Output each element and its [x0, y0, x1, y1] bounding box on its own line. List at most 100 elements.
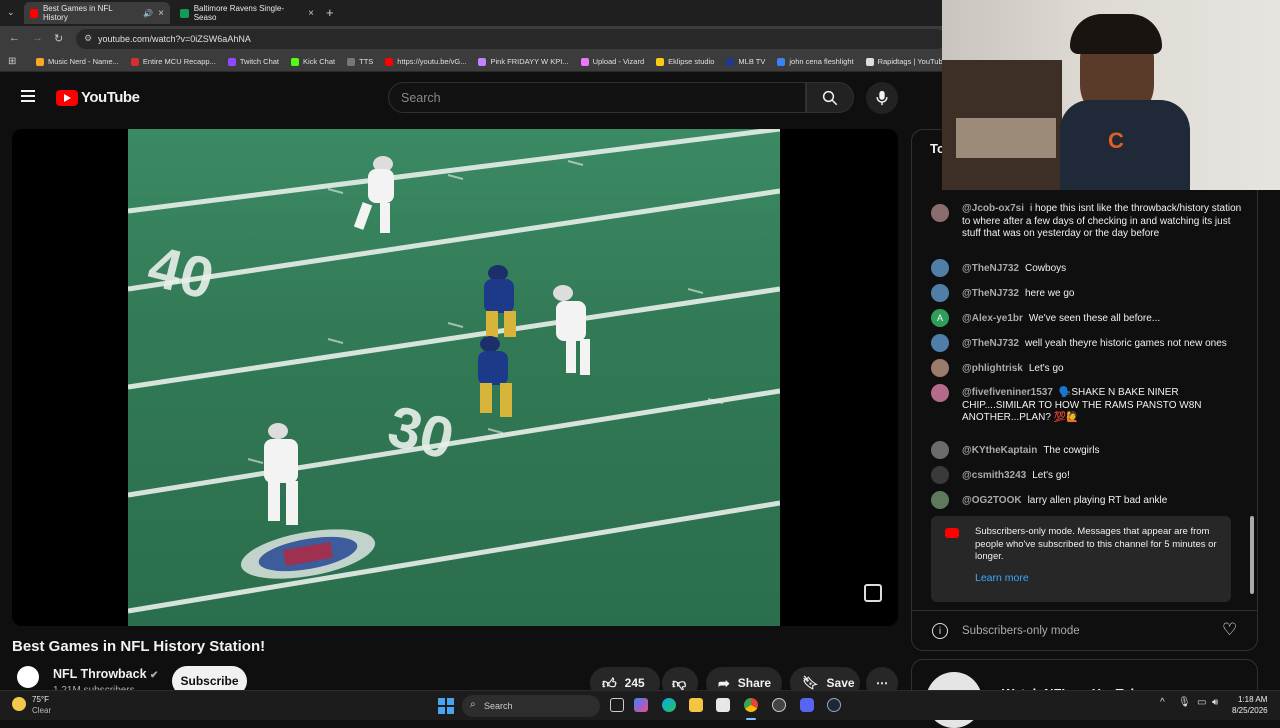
microphone-icon[interactable]: 🎙︎	[1178, 697, 1191, 708]
bookmark-favicon-icon	[777, 57, 786, 66]
menu-icon[interactable]	[21, 90, 35, 102]
task-view-icon[interactable]	[610, 698, 624, 712]
svg-text:40: 40	[142, 233, 220, 312]
more-icon: ⋯	[876, 676, 888, 690]
heart-icon[interactable]: ♡	[1222, 620, 1237, 640]
player-figure-white	[353, 156, 394, 233]
apps-grid-icon[interactable]: ⊞	[8, 56, 16, 67]
channel-name[interactable]: NFL Throwback ✔	[53, 667, 158, 681]
volume-icon[interactable]: 🔊︎	[1212, 697, 1218, 708]
clock-time[interactable]: 1:18 AM	[1238, 695, 1267, 704]
bookmark-favicon-icon	[130, 57, 139, 66]
bookmark-item[interactable]: MLB TV	[726, 57, 765, 66]
search-button[interactable]	[806, 82, 854, 113]
network-icon[interactable]: ▭	[1197, 697, 1206, 708]
info-icon[interactable]: i	[932, 623, 948, 639]
bookmark-item[interactable]: Music Nerd - Name...	[36, 57, 119, 66]
forward-icon[interactable]: →	[32, 32, 43, 44]
save-label: Save	[826, 676, 855, 690]
windows-taskbar: 75°F Clear ⌕ Search ^ 🎙︎ ▭ 🔊︎ 1:18 AM 8/…	[0, 690, 1280, 720]
tab-list-chevron-icon[interactable]: ⌄	[7, 7, 15, 18]
search-icon: ⌕	[470, 699, 476, 710]
edge-icon[interactable]	[662, 698, 676, 712]
search-placeholder: Search	[401, 90, 441, 105]
bookmark-favicon-icon	[656, 57, 665, 66]
like-count: 245	[624, 676, 645, 690]
search-input[interactable]: Search	[388, 82, 806, 113]
bookmark-favicon-icon	[385, 57, 394, 66]
voice-search-button[interactable]	[866, 82, 898, 114]
youtube-badge-icon	[945, 528, 959, 538]
share-label: Share	[737, 676, 772, 690]
avatar	[931, 204, 949, 222]
avatar	[931, 359, 949, 377]
youtube-play-icon	[56, 89, 78, 106]
weather-icon[interactable]	[12, 697, 26, 711]
footer-label: Subscribers-only mode	[962, 625, 1080, 637]
chat-message: @Alex-ye1br We've seen these all before..…	[962, 313, 1161, 324]
weather-condition: Clear	[32, 706, 52, 715]
verified-icon: ✔	[150, 670, 159, 681]
cast-icon[interactable]	[864, 584, 882, 602]
back-icon[interactable]: ←	[9, 32, 20, 44]
thumbs-up-icon: 👍︎	[602, 674, 617, 691]
tab-ravens[interactable]: Baltimore Ravens Single-Seaso ×	[174, 2, 320, 24]
tab-label: Best Games in NFL History	[42, 4, 113, 22]
taskbar-search[interactable]: ⌕ Search	[462, 695, 600, 717]
avatar: A	[931, 309, 949, 327]
webcam-shelf	[956, 118, 1056, 158]
obs-icon[interactable]	[772, 698, 786, 712]
bookmark-favicon-icon	[227, 57, 236, 66]
video-player[interactable]: 40 30	[12, 129, 898, 626]
taskbar-search-label: Search	[484, 701, 513, 711]
store-icon[interactable]	[716, 698, 730, 712]
copilot-icon[interactable]	[634, 698, 648, 712]
bookmark-item[interactable]: Kick Chat	[291, 57, 335, 66]
bookmark-item[interactable]: Eklipse studio	[656, 57, 714, 66]
channel-avatar[interactable]	[17, 666, 39, 688]
avatar	[931, 491, 949, 509]
bookmark-favicon-icon	[726, 57, 735, 66]
chrome-icon[interactable]	[744, 698, 758, 712]
bookmark-favicon-icon	[478, 57, 487, 66]
channel-name-text: NFL Throwback	[53, 667, 147, 681]
bookmark-item[interactable]: TTS	[347, 57, 373, 66]
reload-icon[interactable]: ↻	[54, 32, 63, 45]
bookmark-item[interactable]: https://youtu.be/vG...	[385, 57, 466, 66]
bookmark-item[interactable]: Rapidtags | YouTub...	[865, 57, 949, 66]
weather-temp: 75°F	[32, 695, 49, 704]
audio-icon[interactable]: 🔊	[143, 9, 153, 18]
video-frame-football-field: 40 30	[127, 129, 781, 626]
chat-message: @TheNJ732 here we go	[962, 288, 1075, 299]
steam-icon[interactable]	[827, 698, 841, 712]
field-lines: 40 30	[127, 129, 781, 614]
clock-date[interactable]: 8/25/2026	[1232, 706, 1268, 715]
bookmark-item[interactable]: Pink FRIDAYY W KPI...	[478, 57, 569, 66]
video-title: Best Games in NFL History Station!	[12, 638, 266, 655]
start-icon[interactable]	[438, 698, 454, 714]
file-explorer-icon[interactable]	[689, 698, 703, 712]
live-chat-panel: To @Jcob-ox7si i hope this isnt like the …	[911, 129, 1258, 651]
close-tab-icon[interactable]: ×	[158, 8, 164, 19]
avatar	[931, 284, 949, 302]
bookmark-item[interactable]: Entire MCU Recapp...	[130, 57, 216, 66]
learn-more-link[interactable]: Learn more	[975, 572, 1029, 584]
tab-label: Baltimore Ravens Single-Seaso	[193, 4, 284, 22]
avatar	[931, 466, 949, 484]
chat-message: @Jcob-ox7si i hope this isnt like the thr…	[962, 203, 1242, 239]
new-tab-icon[interactable]: +	[326, 5, 334, 20]
chat-message: @OG2TOOK larry allen playing RT bad ankle	[962, 495, 1168, 506]
site-info-icon[interactable]: ⚙	[84, 33, 92, 44]
close-tab-icon[interactable]: ×	[308, 8, 314, 19]
notice-text: Subscribers-only mode. Messages that app…	[975, 526, 1217, 562]
tab-best-games[interactable]: Best Games in NFL History 🔊 ×	[24, 2, 170, 24]
bookmark-item[interactable]: john cena fleshlight	[777, 57, 854, 66]
discord-icon[interactable]	[800, 698, 814, 712]
tray-chevron-icon[interactable]: ^	[1160, 697, 1165, 708]
bookmark-item[interactable]: Twitch Chat	[227, 57, 279, 66]
url-field[interactable]: ⚙ youtube.com/watch?v=0iZSW6aAhNA	[76, 29, 946, 49]
url-text: youtube.com/watch?v=0iZSW6aAhNA	[98, 34, 251, 44]
youtube-logo[interactable]: YouTube	[56, 89, 140, 106]
chat-scrollbar[interactable]	[1250, 516, 1254, 594]
bookmark-item[interactable]: Upload - Vizard	[580, 57, 644, 66]
